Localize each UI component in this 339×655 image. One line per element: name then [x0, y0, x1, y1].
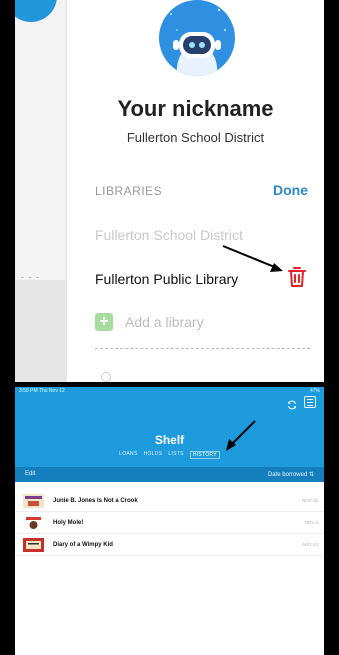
list-item[interactable]: Junie B. Jones Is Not a Crook NOV 12	[15, 490, 324, 512]
sort-button[interactable]: Date borrowed ⇅	[268, 471, 314, 478]
library-item-public-library[interactable]: Fullerton Public Library	[95, 271, 238, 287]
robot-avatar-icon	[159, 0, 235, 76]
done-button[interactable]: Done	[273, 182, 308, 198]
borrowed-date: AUG 24	[301, 542, 318, 547]
side-panel: - - -	[15, 0, 67, 382]
borrowed-date: NOV 12	[301, 498, 318, 503]
menu-icon[interactable]	[304, 396, 316, 408]
edit-button[interactable]: Edit	[25, 471, 35, 477]
partial-icon	[101, 372, 111, 382]
add-library-button[interactable]: + Add a library	[95, 312, 204, 332]
shelf-header: 3:58 PM Thu Nov 12 47% Shelf LOANS HOLDS…	[15, 387, 324, 467]
avatar[interactable]	[159, 0, 235, 90]
tab-lists[interactable]: LISTS	[168, 451, 183, 459]
shelf-screen: 3:58 PM Thu Nov 12 47% Shelf LOANS HOLDS…	[15, 387, 324, 655]
sync-icon[interactable]	[287, 397, 297, 410]
nickname-title: Your nickname	[117, 96, 274, 121]
side-panel-shade	[15, 280, 67, 382]
screenshot-frame: - - - Your nickname Fullerton School Dis…	[15, 0, 324, 655]
shelf-toolbar: Edit Date borrowed ⇅	[15, 467, 324, 482]
side-dashes: - - -	[21, 272, 40, 282]
borrowed-date: NOV 3	[304, 520, 318, 525]
dashed-divider	[95, 348, 310, 349]
book-cover-icon	[23, 516, 44, 530]
plus-icon: +	[95, 313, 113, 331]
status-battery: 47%	[309, 388, 320, 394]
book-cover-icon	[23, 494, 44, 508]
menu-button[interactable]	[15, 0, 57, 22]
list-item[interactable]: Holy Mole! NOV 3	[15, 512, 324, 534]
libraries-panel: - - - Your nickname Fullerton School Dis…	[15, 0, 324, 382]
home-library-subtitle: Fullerton School District	[126, 130, 265, 145]
book-title: Diary of a Wimpy Kid	[53, 542, 113, 548]
shelf-title: Shelf	[154, 433, 185, 447]
book-title: Holy Mole!	[53, 520, 84, 526]
tab-loans[interactable]: LOANS	[119, 451, 137, 459]
trash-icon[interactable]	[287, 266, 307, 288]
libraries-heading: LIBRARIES	[95, 184, 163, 198]
library-item-school-district[interactable]: Fullerton School District	[95, 227, 243, 243]
status-time: 3:58 PM Thu Nov 12	[19, 388, 65, 394]
list-item[interactable]: Diary of a Wimpy Kid AUG 24	[15, 534, 324, 556]
book-cover-icon	[23, 538, 44, 552]
tab-history[interactable]: HISTORY	[189, 451, 220, 459]
shelf-tabs: LOANS HOLDS LISTS HISTORY	[15, 451, 324, 459]
tab-holds[interactable]: HOLDS	[144, 451, 163, 459]
book-title: Junie B. Jones Is Not a Crook	[53, 498, 138, 504]
add-library-label: Add a library	[125, 314, 204, 330]
